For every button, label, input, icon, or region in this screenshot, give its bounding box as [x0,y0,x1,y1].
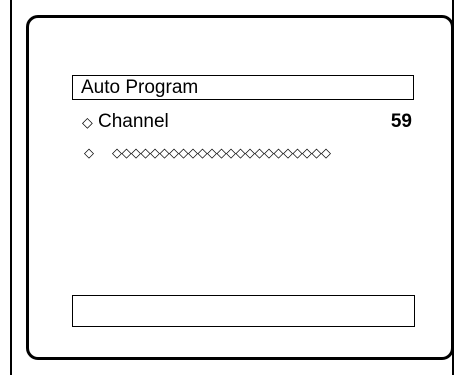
channel-label: Channel [98,111,169,132]
progress-lead-diamond-icon: ◇ [84,145,94,160]
device-frame-left-edge [10,0,12,375]
scan-progress-indicator: ◇ ◇◇◇◇◇◇◇◇◇◇◇◇◇◇◇◇◇◇◇◇◇◇◇ [84,143,414,163]
channel-number: 59 [390,111,412,132]
status-bar [72,295,415,327]
menu-title: Auto Program [81,77,199,98]
menu-title-box: Auto Program [72,75,414,100]
channel-row: ◇ Channel 59 [82,110,416,134]
diamond-bullet-icon: ◇ [82,114,93,130]
progress-diamond-track: ◇◇◇◇◇◇◇◇◇◇◇◇◇◇◇◇◇◇◇◇◇◇◇ [112,145,331,160]
